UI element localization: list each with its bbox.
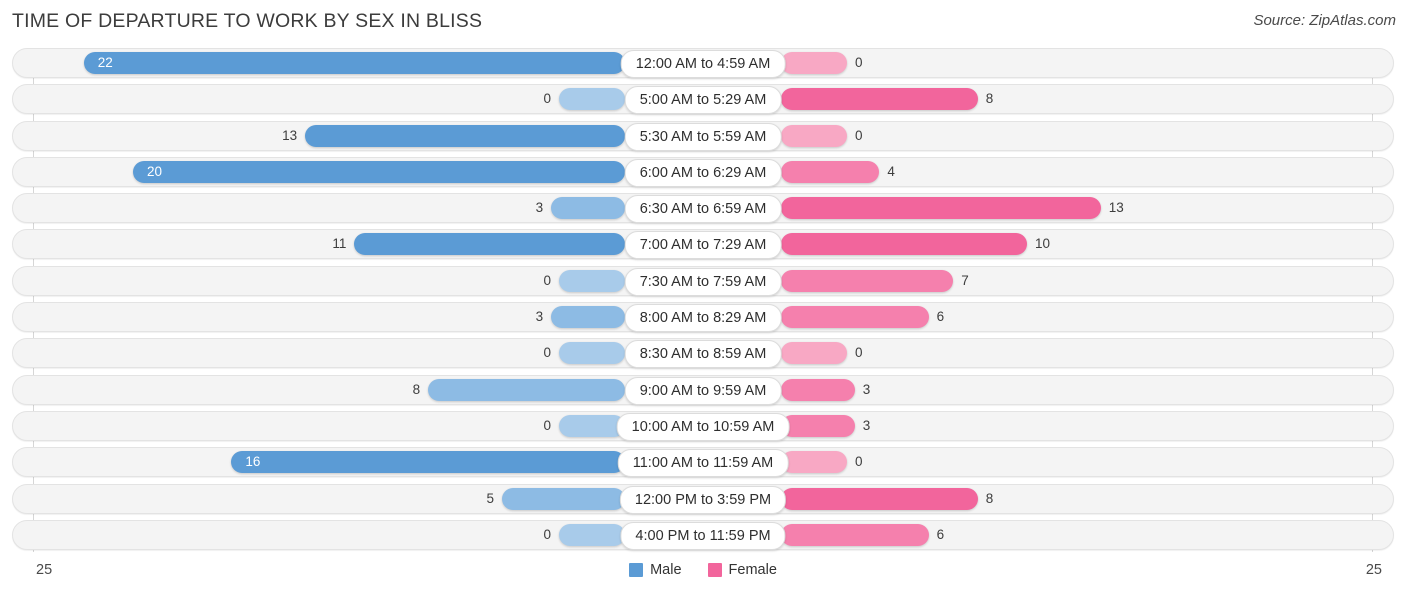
male-bar[interactable] bbox=[354, 233, 625, 256]
female-bar[interactable] bbox=[781, 378, 855, 401]
female-value-label: 0 bbox=[855, 55, 863, 70]
table-row: 0 8 5:00 AM to 5:29 AM bbox=[0, 84, 1406, 115]
male-value-label: 3 bbox=[535, 200, 544, 216]
male-bar[interactable] bbox=[83, 52, 625, 74]
female-bar[interactable] bbox=[781, 160, 880, 183]
male-value-label: 5 bbox=[486, 490, 494, 506]
female-value-label: 6 bbox=[936, 309, 945, 325]
male-value-label: 20 bbox=[147, 163, 163, 179]
male-bar[interactable] bbox=[559, 342, 625, 365]
male-value-label: 0 bbox=[543, 272, 551, 288]
female-value-label: 6 bbox=[936, 526, 945, 542]
female-value-label: 13 bbox=[1108, 200, 1124, 216]
chart-plot-area: 22 0 12:00 AM to 4:59 AM 0 8 5:00 AM to 5:29 … bbox=[0, 44, 1406, 552]
male-bar[interactable] bbox=[305, 124, 625, 147]
legend-item-female[interactable]: Female bbox=[707, 562, 777, 578]
table-row: 16 0 11:00 AM to 11:59 AM bbox=[0, 447, 1406, 478]
male-bar[interactable] bbox=[559, 414, 625, 437]
male-value-label: 3 bbox=[535, 309, 544, 325]
male-bar[interactable] bbox=[502, 487, 625, 510]
table-row: 22 0 12:00 AM to 4:59 AM bbox=[0, 48, 1406, 78]
female-value-label: 0 bbox=[855, 127, 863, 143]
female-value-label: 7 bbox=[961, 272, 969, 288]
table-row: 0 6 4:00 PM to 11:59 PM bbox=[0, 519, 1406, 550]
table-row: 0 3 10:00 AM to 10:59 AM bbox=[0, 410, 1406, 441]
female-value-label: 4 bbox=[887, 163, 895, 179]
table-row: 5 8 12:00 PM to 3:59 PM bbox=[0, 483, 1406, 514]
category-label: 11:00 AM to 11:59 AM bbox=[617, 449, 789, 478]
male-value-label: 0 bbox=[543, 417, 551, 433]
male-bar[interactable] bbox=[559, 269, 625, 292]
male-bar[interactable] bbox=[559, 88, 625, 111]
legend-label-male: Male bbox=[650, 562, 682, 578]
table-row: 20 4 6:00 AM to 6:29 AM bbox=[0, 156, 1406, 187]
male-value-label: 22 bbox=[97, 55, 113, 70]
female-bar[interactable] bbox=[781, 269, 954, 292]
page-title: TIME OF DEPARTURE TO WORK BY SEX IN BLIS… bbox=[12, 10, 483, 32]
female-value-label: 3 bbox=[862, 381, 871, 397]
female-value-label: 0 bbox=[855, 345, 863, 361]
female-value-label: 8 bbox=[985, 490, 994, 506]
male-value-label: 0 bbox=[543, 345, 551, 361]
table-row: 8 3 9:00 AM to 9:59 AM bbox=[0, 374, 1406, 405]
legend-label-female: Female bbox=[728, 562, 777, 578]
female-bar[interactable] bbox=[781, 124, 847, 147]
category-label: 5:30 AM to 5:59 AM bbox=[624, 122, 782, 151]
source-attribution: Source: ZipAtlas.com bbox=[1253, 12, 1396, 29]
female-bar[interactable] bbox=[781, 233, 1027, 256]
male-value-label: 8 bbox=[412, 381, 421, 397]
male-bar[interactable] bbox=[551, 306, 625, 329]
female-bar[interactable] bbox=[781, 306, 929, 329]
female-value-label: 3 bbox=[862, 417, 871, 433]
female-bar[interactable] bbox=[781, 88, 978, 111]
category-label: 8:30 AM to 8:59 AM bbox=[624, 340, 782, 369]
male-value-label: 0 bbox=[543, 91, 551, 107]
table-row: 3 13 6:30 AM to 6:59 AM bbox=[0, 193, 1406, 224]
table-row: 0 7 7:30 AM to 7:59 AM bbox=[0, 265, 1406, 296]
category-label: 9:00 AM to 9:59 AM bbox=[624, 376, 782, 405]
category-label: 6:30 AM to 6:59 AM bbox=[624, 195, 782, 224]
female-color-swatch bbox=[707, 563, 722, 577]
category-label: 5:00 AM to 5:29 AM bbox=[624, 86, 782, 115]
female-bar[interactable] bbox=[781, 487, 978, 510]
female-value-label: 10 bbox=[1035, 236, 1051, 252]
male-bar[interactable] bbox=[133, 160, 625, 183]
female-bar[interactable] bbox=[781, 342, 847, 365]
category-label: 10:00 AM to 10:59 AM bbox=[616, 412, 790, 441]
category-label: 4:00 PM to 11:59 PM bbox=[620, 521, 786, 550]
female-value-label: 8 bbox=[985, 91, 994, 107]
male-color-swatch bbox=[629, 563, 644, 577]
table-row: 13 0 5:30 AM to 5:59 AM bbox=[0, 120, 1406, 151]
female-bar[interactable] bbox=[781, 414, 855, 437]
legend-item-male[interactable]: Male bbox=[629, 562, 682, 578]
table-row: 11 10 7:00 AM to 7:29 AM bbox=[0, 229, 1406, 260]
male-bar[interactable] bbox=[551, 197, 625, 220]
category-label: 12:00 PM to 3:59 PM bbox=[619, 485, 787, 514]
male-value-label: 16 bbox=[245, 454, 261, 470]
female-bar[interactable] bbox=[781, 52, 847, 74]
chart-legend: Male Female bbox=[0, 562, 1406, 578]
category-label: 7:00 AM to 7:29 AM bbox=[624, 231, 782, 260]
female-bar[interactable] bbox=[781, 523, 929, 546]
category-label: 8:00 AM to 8:29 AM bbox=[624, 304, 782, 333]
male-value-label: 0 bbox=[543, 526, 551, 542]
chart-footer: 25 25 Male Female bbox=[0, 552, 1406, 595]
male-bar[interactable] bbox=[428, 378, 625, 401]
male-value-label: 11 bbox=[332, 236, 347, 252]
female-value-label: 0 bbox=[855, 454, 863, 470]
category-label: 7:30 AM to 7:59 AM bbox=[624, 267, 782, 296]
female-bar[interactable] bbox=[781, 451, 847, 474]
female-bar[interactable] bbox=[781, 197, 1101, 220]
table-row: 3 6 8:00 AM to 8:29 AM bbox=[0, 302, 1406, 333]
chart-header: TIME OF DEPARTURE TO WORK BY SEX IN BLIS… bbox=[0, 0, 1406, 44]
category-label: 12:00 AM to 4:59 AM bbox=[620, 50, 786, 78]
table-row: 0 0 8:30 AM to 8:59 AM bbox=[0, 338, 1406, 369]
male-bar[interactable] bbox=[231, 451, 625, 474]
category-label: 6:00 AM to 6:29 AM bbox=[624, 158, 782, 187]
bar-rows: 22 0 12:00 AM to 4:59 AM 0 8 5:00 AM to 5:29 … bbox=[0, 48, 1406, 556]
male-value-label: 13 bbox=[282, 127, 298, 143]
male-bar[interactable] bbox=[559, 523, 625, 546]
